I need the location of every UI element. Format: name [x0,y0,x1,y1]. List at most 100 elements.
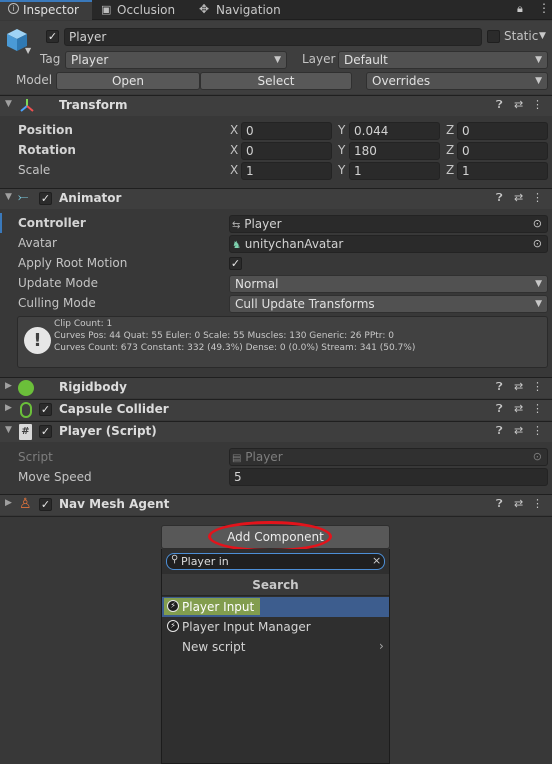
script-file-icon: ▤ [232,453,242,464]
object-picker-icon[interactable]: ⊙ [533,216,542,232]
preset-icon[interactable]: ⇄ [514,424,523,437]
fold-open-icon[interactable]: ▼ [5,192,12,202]
position-y-field[interactable]: 0.044 [349,122,440,140]
rotation-z-field[interactable]: 0 [457,142,548,160]
axis-z[interactable]: Z [446,143,454,157]
culling-mode-dropdown[interactable]: Cull Update Transforms ▼ [229,295,548,313]
chevron-down-icon: ▼ [274,55,281,65]
kebab-menu-icon[interactable]: ⋮ [532,424,543,437]
rigidbody-header[interactable]: ▶ Rigidbody ❓︎ ⇄ ⋮ [0,377,552,398]
preset-icon[interactable]: ⇄ [514,191,523,204]
axis-y[interactable]: Y [338,163,345,177]
tab-occlusion[interactable]: ▣ Occlusion [97,0,193,20]
scale-x-field[interactable]: 1 [241,162,332,180]
cube-icon: ▣ [101,3,112,16]
nav-mesh-agent-header[interactable]: ▶ ♙ ✓ Nav Mesh Agent ❓︎ ⇄ ⋮ [0,494,552,515]
chevron-down-icon[interactable]: ▼ [25,46,31,55]
scale-z-field[interactable]: 1 [457,162,548,180]
animator-info-box: ! Clip Count: 1 Curves Pos: 44 Quat: 55 … [17,316,548,368]
capsule-enabled-checkbox[interactable]: ✓ [39,403,52,416]
object-name-field[interactable]: Player [64,28,482,46]
apply-root-motion-checkbox[interactable]: ✓ [229,257,242,270]
active-checkbox[interactable]: ✓ [46,30,59,43]
axis-x[interactable]: X [230,163,238,177]
player-script-header[interactable]: ▼ # ✓ Player (Script) ❓︎ ⇄ ⋮ [0,421,552,442]
select-button[interactable]: Select [200,72,352,90]
help-icon[interactable]: ❓︎ [496,424,503,438]
static-checkbox[interactable] [487,30,500,43]
tag-value: Player [71,53,109,67]
search-input[interactable]: ⚲ Player in × [166,553,385,570]
kebab-menu-icon[interactable]: ⋮ [532,98,543,111]
clear-search-icon[interactable]: × [372,554,381,567]
object-header: ▼ ✓ Player Static ▼ Tag Player ▼ Layer De… [0,21,552,94]
open-button[interactable]: Open [56,72,200,90]
player-script-title: Player (Script) [59,424,157,438]
kebab-menu-icon[interactable]: ⋮ [532,402,543,415]
position-z-field[interactable]: 0 [457,122,548,140]
help-icon[interactable]: ❓︎ [496,98,503,112]
axis-z[interactable]: Z [446,163,454,177]
preset-icon[interactable]: ⇄ [514,380,523,393]
kebab-menu-icon[interactable]: ⋮ [532,380,543,393]
help-icon[interactable]: ❓︎ [496,380,503,394]
culling-mode-value: Cull Update Transforms [235,297,375,311]
player-script-enabled-checkbox[interactable]: ✓ [39,425,52,438]
controller-field[interactable]: ⇆ Player ⊙ [229,215,548,233]
search-value: Player in [181,555,229,568]
scale-y-field[interactable]: 1 [349,162,440,180]
axis-x[interactable]: X [230,143,238,157]
axis-y[interactable]: Y [338,123,345,137]
navmesh-enabled-checkbox[interactable]: ✓ [39,498,52,511]
rotation-y-field[interactable]: 180 [349,142,440,160]
tag-dropdown[interactable]: Player ▼ [65,51,287,69]
capsule-collider-header[interactable]: ▶ ✓ Capsule Collider ❓︎ ⇄ ⋮ [0,399,552,420]
fold-closed-icon[interactable]: ▶ [5,498,12,508]
preset-icon[interactable]: ⇄ [514,402,523,415]
lock-icon[interactable]: 🔒︎ [517,2,523,16]
transform-title: Transform [59,98,128,112]
rotation-x-field[interactable]: 0 [241,142,332,160]
fold-open-icon[interactable]: ▼ [5,425,12,435]
tab-inspector[interactable]: i Inspector [0,0,92,20]
static-dropdown-icon[interactable]: ▼ [539,31,546,41]
avatar-value: unitychanAvatar [244,237,344,251]
result-item-player-input-manager[interactable]: ⚡ Player Input Manager [162,617,389,637]
search-section-header: Search [162,574,389,596]
annotation-red-ellipse [208,521,332,552]
avatar-field[interactable]: ♞ unitychanAvatar ⊙ [229,235,548,253]
layer-dropdown[interactable]: Default ▼ [338,51,548,69]
kebab-menu-icon[interactable]: ⋮ [532,191,543,204]
help-icon[interactable]: ❓︎ [496,191,503,205]
help-icon[interactable]: ❓︎ [496,402,503,416]
result-item-new-script[interactable]: New script › [162,637,389,657]
kebab-menu-icon[interactable]: ⋮ [532,497,543,510]
tab-inspector-label: Inspector [23,3,79,17]
axis-x[interactable]: X [230,123,238,137]
animator-header[interactable]: ▼ ⤚ ✓ Animator ❓︎ ⇄ ⋮ [0,188,552,209]
kebab-menu-icon[interactable]: ⋮ [538,1,550,15]
preset-icon[interactable]: ⇄ [514,497,523,510]
fold-closed-icon[interactable]: ▶ [5,381,12,391]
result-item-player-input[interactable]: ⚡ Player Input [162,597,389,617]
update-mode-dropdown[interactable]: Normal ▼ [229,275,548,293]
move-speed-field[interactable]: 5 [229,468,548,486]
axis-y[interactable]: Y [338,143,345,157]
overrides-dropdown[interactable]: Overrides ▼ [366,72,548,90]
transform-header[interactable]: ▼ Transform ❓︎ ⇄ ⋮ [0,95,552,116]
controller-value: Player [244,217,282,231]
fold-open-icon[interactable]: ▼ [5,99,12,109]
preset-icon[interactable]: ⇄ [514,98,523,111]
axis-z[interactable]: Z [446,123,454,137]
tab-navigation[interactable]: ✥ Navigation [196,0,296,20]
layer-value: Default [344,53,388,67]
compass-icon: ✥ [199,2,210,16]
static-label: Static [504,29,539,43]
object-picker-icon[interactable]: ⊙ [533,236,542,252]
position-x-field[interactable]: 0 [241,122,332,140]
animator-enabled-checkbox[interactable]: ✓ [39,192,52,205]
chevron-down-icon: ▼ [535,55,542,65]
help-icon[interactable]: ❓︎ [496,497,503,511]
fold-closed-icon[interactable]: ▶ [5,403,12,413]
animator-header-icons: ❓︎ ⇄ ⋮ [496,191,546,207]
